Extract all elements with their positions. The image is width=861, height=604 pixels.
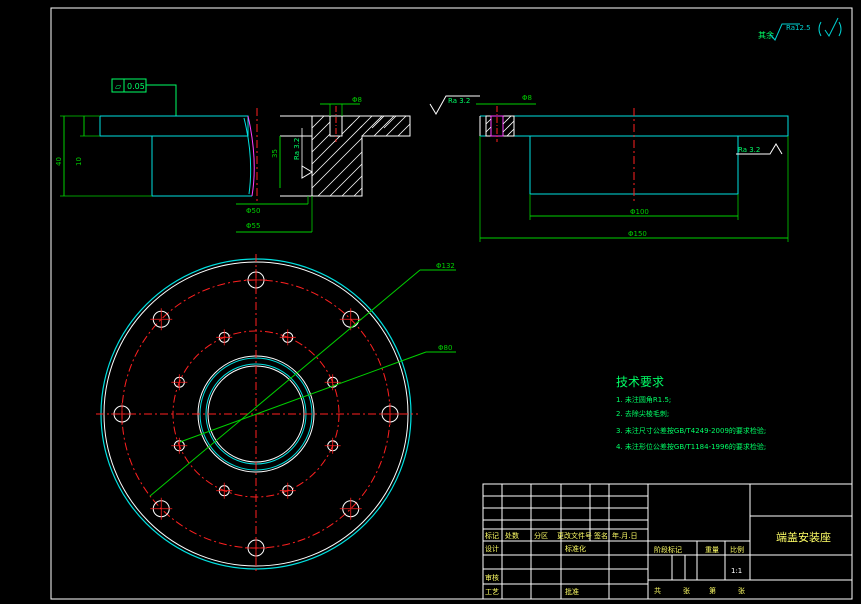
tb-drawing-name: 端盖安装座 <box>776 530 831 544</box>
leader-phi80 <box>179 351 427 443</box>
hatch-left <box>311 115 411 197</box>
tech-req-item: 3. 未注尺寸公差按GB/T4249-2009的要求检验; <box>616 426 766 435</box>
title-block-text: 标记 处数 分区 更改文件号 签名 年.月.日 设计 标准化 审核 工艺 批准 … <box>485 530 831 596</box>
flatness-symbol: ▱ <box>115 82 122 91</box>
dim-phi100: Φ100 <box>630 208 649 216</box>
surface-finish-note: 其余 Ra12.5 <box>758 17 842 41</box>
tech-req-item: 4. 未注形位公差按GB/T1184-1996的要求检验; <box>616 442 766 451</box>
tb-signature: 签名 <box>594 531 608 540</box>
cad-drawing: 其余 Ra12.5 ▱ 0.05 Φ8 40 10 35 Ra 3.2 Φ50 … <box>50 7 853 600</box>
tb-scale: 比例 <box>730 545 744 554</box>
flatness-value: 0.05 <box>127 82 145 91</box>
dim-h10: 10 <box>75 157 83 166</box>
dim-phi50: Φ50 <box>246 207 260 215</box>
section-view-right: Φ8 Ra 3.2 Ra 3.2 Φ100 Φ150 <box>429 94 789 242</box>
dim-phi55: Φ55 <box>246 222 260 230</box>
tb-scale-value: 1:1 <box>731 567 742 575</box>
tb-process: 工艺 <box>485 588 499 596</box>
tb-change-doc: 更改文件号 <box>557 531 592 540</box>
tech-req-heading: 技术要求 <box>616 375 664 389</box>
tb-count: 处数 <box>505 531 519 540</box>
dim-phi150: Φ150 <box>628 230 647 238</box>
tb-sheet-of: 第 <box>709 586 716 595</box>
tb-mark: 标记 <box>485 531 499 540</box>
dim-phi80: Φ80 <box>438 344 452 352</box>
dim-h35: 35 <box>271 149 279 158</box>
section-view-left: ▱ 0.05 Φ8 40 10 35 Ra 3.2 Φ50 Φ55 <box>55 78 411 233</box>
dim-phi8-right: Φ8 <box>522 94 532 102</box>
tech-req-item: 2. 去除尖棱毛刺; <box>616 409 669 418</box>
finish-roughness: Ra12.5 <box>786 24 811 32</box>
dim-h40: 40 <box>55 157 63 166</box>
dim-phi132: Φ132 <box>436 262 455 270</box>
tb-date: 年.月.日 <box>612 531 637 540</box>
tb-zone: 分区 <box>534 531 548 540</box>
dim-ra32-left: Ra 3.2 <box>293 138 301 160</box>
finish-prefix: 其余 <box>758 30 774 40</box>
technical-requirements: 技术要求 1. 未注圆角R1.5; 2. 去除尖棱毛刺; 3. 未注尺寸公差按G… <box>616 375 766 451</box>
tb-approve: 批准 <box>565 587 579 596</box>
tb-standardize: 标准化 <box>565 544 586 553</box>
part-outline-left <box>99 115 249 137</box>
tb-design: 设计 <box>485 544 499 553</box>
dim-ra32-right: Ra 3.2 <box>738 146 760 154</box>
dim-ra32-top: Ra 3.2 <box>448 97 470 105</box>
top-view: Φ132 Φ80 <box>96 254 456 574</box>
tb-review: 审核 <box>485 573 499 582</box>
tb-sheet-label: 张 <box>683 586 690 595</box>
tb-stage-mark: 阶段标记 <box>654 545 682 554</box>
tb-sheets-total: 共 <box>654 586 661 595</box>
break-curve <box>247 115 255 197</box>
tb-sheet-label2: 张 <box>738 586 745 595</box>
tb-weight: 重量 <box>705 546 719 554</box>
dim-phi8-left: Φ8 <box>352 96 362 104</box>
tech-req-item: 1. 未注圆角R1.5; <box>616 395 671 404</box>
finish-symbol-paren <box>818 17 842 37</box>
